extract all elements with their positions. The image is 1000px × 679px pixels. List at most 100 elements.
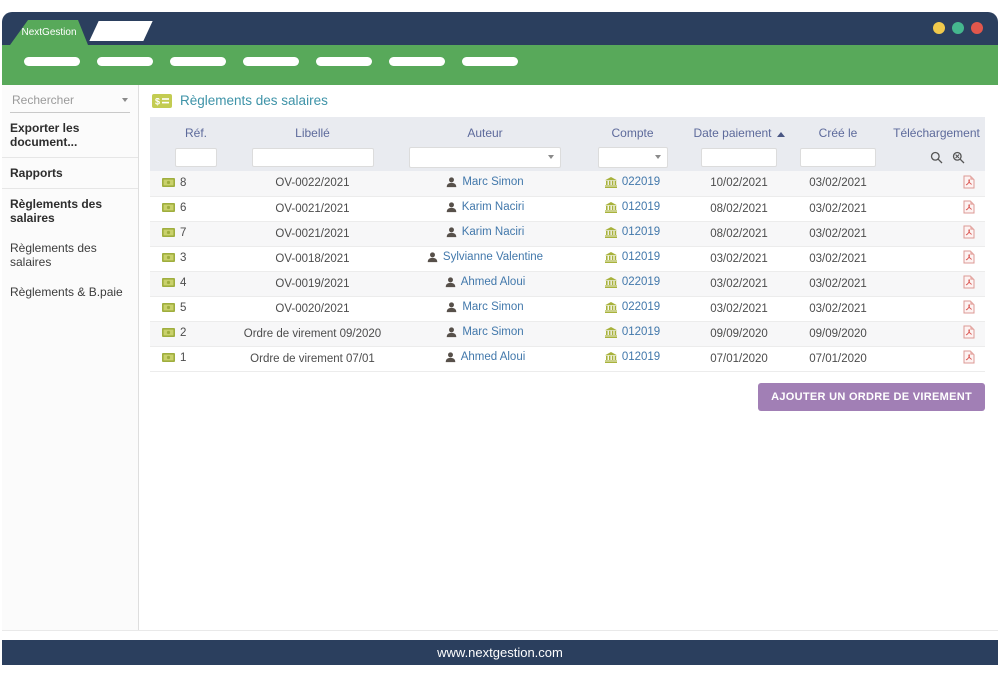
column-header-auteur[interactable]: Auteur [395,117,575,143]
auteur-link[interactable]: Ahmed Aloui [461,276,526,288]
filter-cree-le-input[interactable] [800,148,876,167]
clear-search-icon[interactable] [952,151,965,164]
table-row[interactable]: 6 OV-0021/2021 Karim Nac [150,196,985,221]
cree-le-value: 09/09/2020 [788,321,888,346]
footer-url: www.nextgestion.com [437,645,563,660]
nav-menu-pill[interactable] [243,57,299,66]
bank-icon [605,302,617,313]
page-title: $ Règlements des salaires [152,93,985,108]
nav-menu-pill[interactable] [316,57,372,66]
compte-link[interactable]: 022019 [622,176,660,188]
compte-link[interactable]: 012019 [622,326,660,338]
table-actions: AJOUTER UN ORDRE DE VIREMENT [150,383,985,411]
brand-tab[interactable]: NextGestion [10,20,88,45]
libelle-value: OV-0019/2021 [230,271,395,296]
auteur-link[interactable]: Karim Naciri [462,201,525,213]
search-dropdown-placeholder: Rechercher [12,93,74,107]
sidebar-item-rapports[interactable]: Rapports [2,158,138,188]
pdf-download-icon[interactable] [963,200,975,214]
filter-ref-input[interactable] [175,148,217,167]
auteur-link[interactable]: Karim Naciri [462,226,525,238]
libelle-value: OV-0021/2021 [230,221,395,246]
date-paiement-value: 03/02/2021 [690,271,788,296]
nav-menu-pill[interactable] [97,57,153,66]
minimize-dot-icon[interactable] [933,22,945,34]
table-row[interactable]: 3 OV-0018/2021 Sylvianne [150,246,985,271]
column-header-ref[interactable]: Réf. [150,117,230,143]
compte-link[interactable]: 022019 [622,276,660,288]
date-paiement-value: 08/02/2021 [690,196,788,221]
table-row[interactable]: 1 Ordre de virement 07/01 [150,346,985,371]
ref-value: 6 [180,202,186,214]
person-icon [446,302,457,313]
ref-value: 1 [180,352,186,364]
nav-menu-pill[interactable] [389,57,445,66]
auteur-link[interactable]: Marc Simon [462,326,523,338]
filter-date-paiement-input[interactable] [701,148,777,167]
pdf-download-icon[interactable] [963,350,975,364]
auteur-link[interactable]: Ahmed Aloui [461,351,526,363]
compte-link[interactable]: 012019 [622,351,660,363]
auteur-link[interactable]: Marc Simon [462,176,523,188]
ref-value: 3 [180,252,186,264]
column-header-compte[interactable]: Compte [575,117,690,143]
window-body: Rechercher Exporter les document... Rapp… [2,85,998,631]
pdf-download-icon[interactable] [963,250,975,264]
compte-link[interactable]: 012019 [622,226,660,238]
bank-icon [605,352,617,363]
pdf-download-icon[interactable] [963,225,975,239]
column-header-date-paiement[interactable]: Date paiement [690,117,788,143]
auteur-link[interactable]: Marc Simon [462,301,523,313]
libelle-value: Ordre de virement 07/01 [230,346,395,371]
sidebar-menu: Exporter les document... Rapports Règlem… [2,113,138,307]
compte-link[interactable]: 022019 [622,301,660,313]
pdf-download-icon[interactable] [963,300,975,314]
libelle-value: OV-0021/2021 [230,196,395,221]
search-dropdown[interactable]: Rechercher [10,90,130,113]
close-dot-icon[interactable] [971,22,983,34]
table-row[interactable]: 8 OV-0022/2021 Marc Simo [150,171,985,196]
date-paiement-value: 10/02/2021 [690,171,788,196]
auteur-link[interactable]: Sylvianne Valentine [443,251,543,263]
person-icon [427,252,438,263]
compte-link[interactable]: 012019 [622,251,660,263]
person-icon [445,352,456,363]
table-row[interactable]: 5 OV-0020/2021 Marc Simo [150,296,985,321]
banknote-icon [162,303,175,312]
maximize-dot-icon[interactable] [952,22,964,34]
nav-menu-pill[interactable] [24,57,80,66]
filter-libelle-input[interactable] [252,148,374,167]
table-row[interactable]: 4 OV-0019/2021 Ahmed Alo [150,271,985,296]
pdf-download-icon[interactable] [963,175,975,189]
banknote-icon [162,278,175,287]
search-icon[interactable] [930,151,943,164]
nav-menu-pill[interactable] [170,57,226,66]
ref-value: 7 [180,227,186,239]
ref-value: 4 [180,277,186,289]
compte-link[interactable]: 012019 [622,201,660,213]
date-paiement-value: 09/09/2020 [690,321,788,346]
cree-le-value: 03/02/2021 [788,296,888,321]
pdf-download-icon[interactable] [963,325,975,339]
table-row[interactable]: 2 Ordre de virement 09/2020 [150,321,985,346]
sidebar-item-exporter[interactable]: Exporter les document... [2,113,138,157]
sidebar-item-reglements-bpaie[interactable]: Règlements & B.paie [2,277,138,307]
nav-menu-pill[interactable] [462,57,518,66]
pdf-download-icon[interactable] [963,275,975,289]
cree-le-value: 03/02/2021 [788,271,888,296]
page-title-label: Règlements des salaires [180,93,328,108]
filter-auteur-select[interactable] [409,147,561,168]
libelle-value: Ordre de virement 09/2020 [230,321,395,346]
add-order-button[interactable]: AJOUTER UN ORDRE DE VIREMENT [758,383,985,411]
person-icon [446,327,457,338]
column-header-libelle[interactable]: Libellé [230,117,395,143]
sidebar-item-reglements-salaires-group[interactable]: Règlements des salaires [2,189,138,233]
table-row[interactable]: 7 OV-0021/2021 Karim Nac [150,221,985,246]
column-header-cree-le[interactable]: Créé le [788,117,888,143]
banknote-icon [162,203,175,212]
filter-compte-select[interactable] [598,147,668,168]
browser-tab-ghost[interactable] [89,21,152,41]
date-paiement-value: 08/02/2021 [690,221,788,246]
sidebar-item-reglements-salaires[interactable]: Règlements des salaires [2,233,138,277]
money-check-icon: $ [152,94,172,108]
